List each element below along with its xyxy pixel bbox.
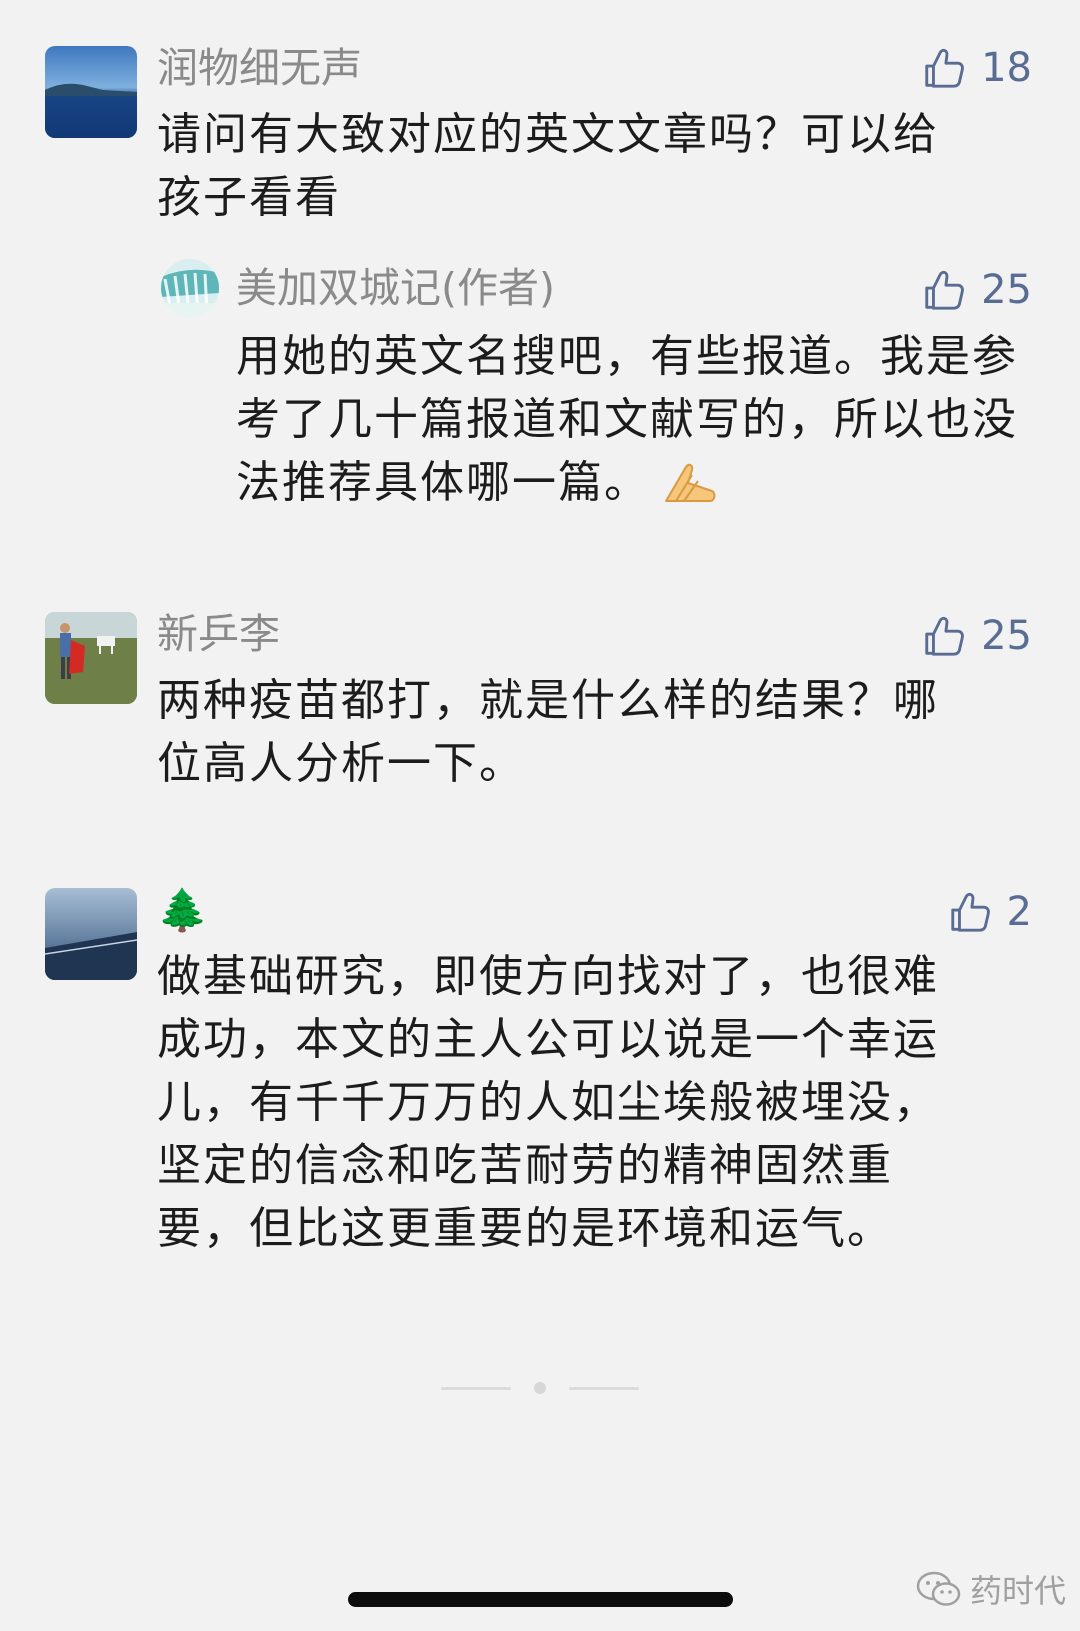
sea-horizon-image — [45, 888, 137, 980]
reply-text: 用她的英文名搜吧，有些报道。我是参考了几十篇报道和文献写的，所以也没法推荐具体哪… — [236, 325, 1026, 522]
watermark: 药时代 — [916, 1566, 1066, 1612]
comment-nickname[interactable]: 新乒李 — [157, 606, 280, 662]
like-count: 25 — [981, 613, 1032, 659]
reply-text-body: 用她的英文名搜吧，有些报道。我是参考了几十篇报道和文献写的，所以也没法推荐具体哪… — [236, 331, 1018, 508]
waterfall-avatar[interactable] — [161, 259, 219, 317]
reply-nickname[interactable]: 美加双城记(作者) — [236, 260, 555, 316]
like-button[interactable]: 25 — [921, 608, 1032, 664]
home-indicator[interactable] — [348, 1592, 733, 1607]
field-person-avatar[interactable] — [45, 612, 137, 704]
wechat-icon — [916, 1571, 961, 1606]
like-button[interactable]: 2 — [947, 884, 1032, 940]
ocean-coast-avatar[interactable] — [45, 46, 137, 138]
comment-nickname[interactable]: 润物细无声 — [157, 40, 362, 96]
like-count: 18 — [981, 45, 1032, 91]
clasped-hands-icon — [665, 463, 716, 502]
pager-dot — [534, 1382, 546, 1394]
thumbs-up-icon — [925, 48, 964, 88]
thumbs-up-icon — [925, 270, 964, 310]
ocean-coast-image — [45, 46, 137, 138]
field-person-image — [45, 612, 137, 704]
like-button[interactable]: 18 — [921, 40, 1032, 96]
sea-horizon-avatar[interactable] — [45, 888, 137, 980]
page-indicator — [441, 1381, 641, 1395]
reply-like-button[interactable]: 25 — [921, 262, 1032, 318]
waterfall-image — [161, 259, 219, 317]
thumbs-up-icon — [925, 616, 964, 656]
clasped-hands-emoji — [662, 459, 718, 522]
like-count: 2 — [1006, 889, 1032, 935]
pager-line-left — [441, 1387, 511, 1390]
like-count: 25 — [981, 267, 1032, 313]
comment-text: 做基础研究，即使方向找对了，也很难成功，本文的主人公可以说是一个幸运儿，有千千万… — [157, 951, 939, 1254]
pager-line-right — [569, 1387, 639, 1390]
thumbs-up-icon — [950, 892, 990, 932]
comment-text: 请问有大致对应的英文文章吗？可以给孩子看看 — [157, 109, 939, 223]
watermark-text: 药时代 — [970, 1572, 1067, 1610]
comment-text: 两种疫苗都打，就是什么样的结果？哪位高人分析一下。 — [157, 675, 939, 789]
comment-nickname[interactable]: 🌲 — [157, 882, 208, 938]
